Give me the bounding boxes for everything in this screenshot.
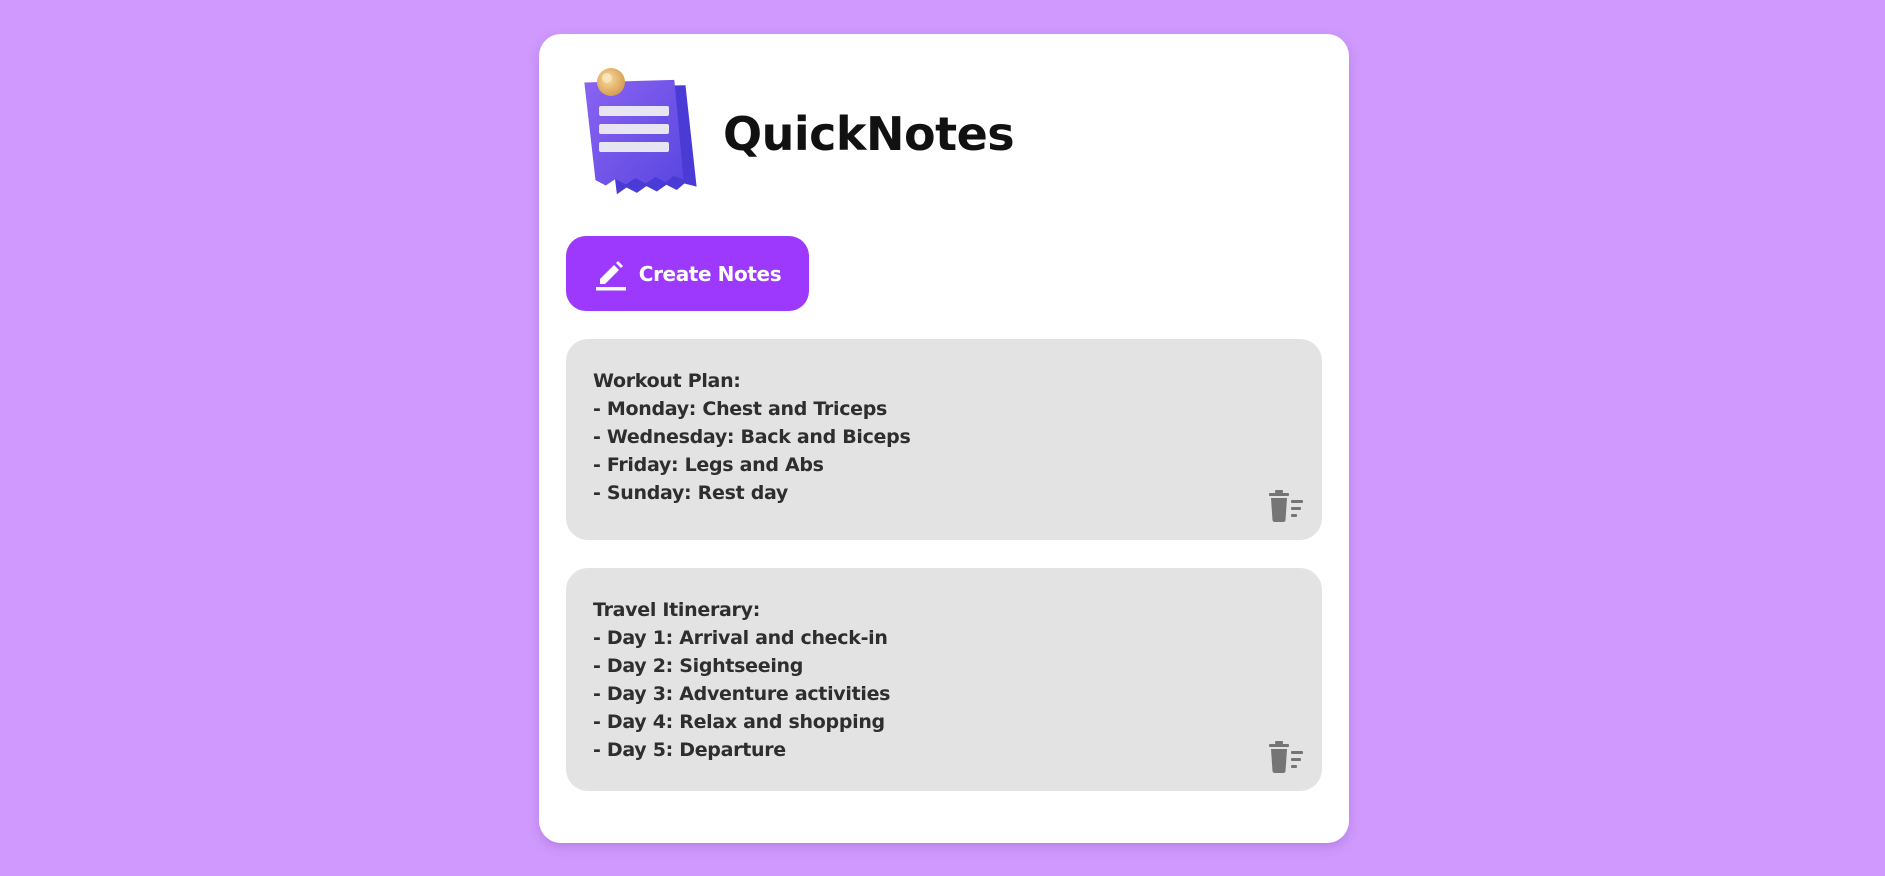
delete-icon[interactable]	[1266, 490, 1304, 522]
create-notes-button[interactable]: Create Notes	[566, 236, 809, 311]
delete-icon[interactable]	[1266, 741, 1304, 773]
app-title: QuickNotes	[723, 107, 1015, 161]
notes-logo-icon	[577, 62, 697, 202]
create-notes-label: Create Notes	[638, 261, 782, 286]
app-header: QuickNotes	[577, 62, 1015, 202]
notes-card: QuickNotes Create Notes Workout Plan: - …	[539, 34, 1349, 843]
note-text[interactable]: Workout Plan: - Monday: Chest and Tricep…	[593, 367, 1295, 507]
note-text[interactable]: Travel Itinerary: - Day 1: Arrival and c…	[593, 596, 1295, 764]
note-card[interactable]: Workout Plan: - Monday: Chest and Tricep…	[566, 339, 1322, 540]
note-card[interactable]: Travel Itinerary: - Day 1: Arrival and c…	[566, 568, 1322, 791]
pencil-icon	[594, 257, 628, 291]
